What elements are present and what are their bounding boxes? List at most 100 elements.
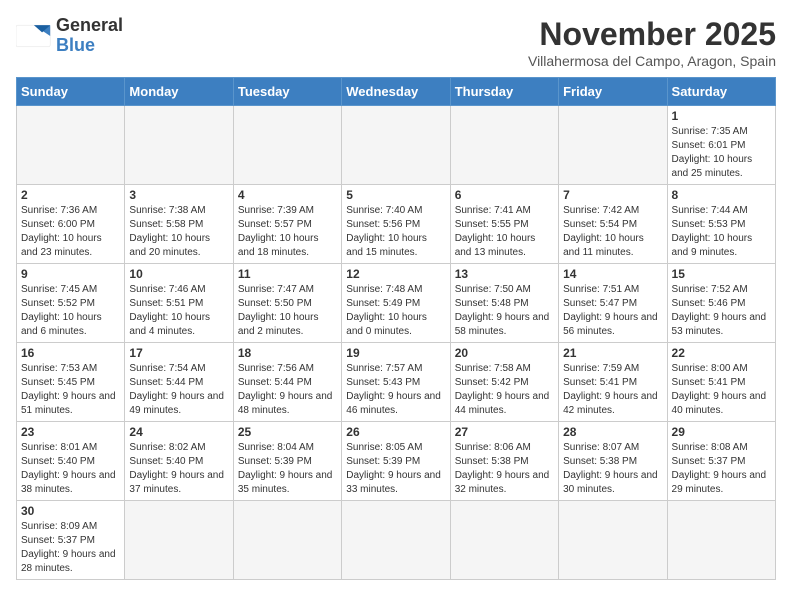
calendar-week-row: 1Sunrise: 7:35 AM Sunset: 6:01 PM Daylig…	[17, 106, 776, 185]
title-block: November 2025 Villahermosa del Campo, Ar…	[528, 16, 776, 69]
day-of-week-header: Monday	[125, 78, 233, 106]
day-of-week-header: Friday	[559, 78, 667, 106]
day-number: 2	[21, 188, 120, 202]
day-number: 15	[672, 267, 771, 281]
day-number: 14	[563, 267, 662, 281]
calendar-day-cell: 26Sunrise: 8:05 AM Sunset: 5:39 PM Dayli…	[342, 422, 450, 501]
calendar-day-cell: 12 Sunrise: 7:48 AM Sunset: 5:49 PM Dayli…	[342, 264, 450, 343]
calendar-day-cell: 22 Sunrise: 8:00 AM Sunset: 5:41 PM Dayli…	[667, 343, 775, 422]
calendar-day-cell: 18Sunrise: 7:56 AM Sunset: 5:44 PM Dayli…	[233, 343, 341, 422]
calendar-day-cell: 3 Sunrise: 7:38 AM Sunset: 5:58 PM Daylig…	[125, 185, 233, 264]
day-number: 3	[129, 188, 228, 202]
generalblue-logo-icon	[16, 18, 52, 54]
day-info: Sunrise: 8:07 AM Sunset: 5:38 PM Dayligh…	[563, 441, 662, 497]
calendar-day-cell	[125, 106, 233, 185]
calendar-day-cell: 9Sunrise: 7:45 AM Sunset: 5:52 PM Daylig…	[17, 264, 125, 343]
calendar-day-cell: 6 Sunrise: 7:41 AM Sunset: 5:55 PM Daylig…	[450, 185, 558, 264]
day-info: Sunrise: 7:58 AM Sunset: 5:42 PM Dayligh…	[455, 362, 554, 418]
calendar-day-cell	[667, 501, 775, 580]
calendar-day-cell: 25 Sunrise: 8:04 AM Sunset: 5:39 PM Dayli…	[233, 422, 341, 501]
day-number: 6	[455, 188, 554, 202]
day-info: Sunrise: 7:36 AM Sunset: 6:00 PM Dayligh…	[21, 204, 120, 260]
calendar-week-row: 23 Sunrise: 8:01 AM Sunset: 5:40 PM Dayli…	[17, 422, 776, 501]
day-of-week-header: Tuesday	[233, 78, 341, 106]
location-text: Villahermosa del Campo, Aragon, Spain	[528, 53, 776, 69]
day-number: 5	[346, 188, 445, 202]
day-number: 25	[238, 425, 337, 439]
calendar-day-cell: 2 Sunrise: 7:36 AM Sunset: 6:00 PM Daylig…	[17, 185, 125, 264]
page-header: General Blue November 2025 Villahermosa …	[16, 16, 776, 69]
day-info: Sunrise: 7:42 AM Sunset: 5:54 PM Dayligh…	[563, 204, 662, 260]
calendar-day-cell: 1Sunrise: 7:35 AM Sunset: 6:01 PM Daylig…	[667, 106, 775, 185]
calendar-day-cell: 13 Sunrise: 7:50 AM Sunset: 5:48 PM Dayli…	[450, 264, 558, 343]
logo: General Blue	[16, 16, 123, 56]
day-info: Sunrise: 7:47 AM Sunset: 5:50 PM Dayligh…	[238, 283, 337, 339]
day-number: 11	[238, 267, 337, 281]
day-info: Sunrise: 7:51 AM Sunset: 5:47 PM Dayligh…	[563, 283, 662, 339]
calendar-header-row: SundayMondayTuesdayWednesdayThursdayFrid…	[17, 78, 776, 106]
day-info: Sunrise: 8:01 AM Sunset: 5:40 PM Dayligh…	[21, 441, 120, 497]
logo-text: General Blue	[56, 16, 123, 56]
day-info: Sunrise: 8:09 AM Sunset: 5:37 PM Dayligh…	[21, 520, 120, 576]
calendar-day-cell	[559, 106, 667, 185]
calendar-day-cell: 4Sunrise: 7:39 AM Sunset: 5:57 PM Daylig…	[233, 185, 341, 264]
day-info: Sunrise: 7:38 AM Sunset: 5:58 PM Dayligh…	[129, 204, 228, 260]
day-info: Sunrise: 8:04 AM Sunset: 5:39 PM Dayligh…	[238, 441, 337, 497]
calendar-table: SundayMondayTuesdayWednesdayThursdayFrid…	[16, 77, 776, 580]
calendar-day-cell: 16Sunrise: 7:53 AM Sunset: 5:45 PM Dayli…	[17, 343, 125, 422]
day-info: Sunrise: 8:02 AM Sunset: 5:40 PM Dayligh…	[129, 441, 228, 497]
day-of-week-header: Thursday	[450, 78, 558, 106]
day-info: Sunrise: 7:48 AM Sunset: 5:49 PM Dayligh…	[346, 283, 445, 339]
calendar-day-cell	[559, 501, 667, 580]
calendar-day-cell: 14 Sunrise: 7:51 AM Sunset: 5:47 PM Dayli…	[559, 264, 667, 343]
calendar-day-cell: 15Sunrise: 7:52 AM Sunset: 5:46 PM Dayli…	[667, 264, 775, 343]
day-of-week-header: Wednesday	[342, 78, 450, 106]
day-info: Sunrise: 7:40 AM Sunset: 5:56 PM Dayligh…	[346, 204, 445, 260]
day-number: 24	[129, 425, 228, 439]
calendar-day-cell	[233, 501, 341, 580]
day-number: 13	[455, 267, 554, 281]
day-info: Sunrise: 7:39 AM Sunset: 5:57 PM Dayligh…	[238, 204, 337, 260]
calendar-day-cell: 21Sunrise: 7:59 AM Sunset: 5:41 PM Dayli…	[559, 343, 667, 422]
calendar-week-row: 30 Sunrise: 8:09 AM Sunset: 5:37 PM Dayli…	[17, 501, 776, 580]
day-number: 12	[346, 267, 445, 281]
day-info: Sunrise: 7:56 AM Sunset: 5:44 PM Dayligh…	[238, 362, 337, 418]
day-number: 1	[672, 109, 771, 123]
calendar-day-cell	[125, 501, 233, 580]
calendar-day-cell: 29Sunrise: 8:08 AM Sunset: 5:37 PM Dayli…	[667, 422, 775, 501]
day-info: Sunrise: 7:54 AM Sunset: 5:44 PM Dayligh…	[129, 362, 228, 418]
calendar-day-cell: 30 Sunrise: 8:09 AM Sunset: 5:37 PM Dayli…	[17, 501, 125, 580]
calendar-day-cell	[450, 106, 558, 185]
calendar-day-cell: 27Sunrise: 8:06 AM Sunset: 5:38 PM Dayli…	[450, 422, 558, 501]
day-info: Sunrise: 7:50 AM Sunset: 5:48 PM Dayligh…	[455, 283, 554, 339]
day-number: 19	[346, 346, 445, 360]
day-info: Sunrise: 7:46 AM Sunset: 5:51 PM Dayligh…	[129, 283, 228, 339]
calendar-week-row: 16Sunrise: 7:53 AM Sunset: 5:45 PM Dayli…	[17, 343, 776, 422]
day-info: Sunrise: 7:57 AM Sunset: 5:43 PM Dayligh…	[346, 362, 445, 418]
day-number: 30	[21, 504, 120, 518]
calendar-day-cell: 11 Sunrise: 7:47 AM Sunset: 5:50 PM Dayli…	[233, 264, 341, 343]
day-number: 21	[563, 346, 662, 360]
day-info: Sunrise: 8:08 AM Sunset: 5:37 PM Dayligh…	[672, 441, 771, 497]
day-info: Sunrise: 7:53 AM Sunset: 5:45 PM Dayligh…	[21, 362, 120, 418]
month-title: November 2025	[528, 16, 776, 53]
day-number: 20	[455, 346, 554, 360]
day-of-week-header: Saturday	[667, 78, 775, 106]
day-info: Sunrise: 7:44 AM Sunset: 5:53 PM Dayligh…	[672, 204, 771, 260]
day-number: 23	[21, 425, 120, 439]
calendar-day-cell: 28Sunrise: 8:07 AM Sunset: 5:38 PM Dayli…	[559, 422, 667, 501]
day-number: 8	[672, 188, 771, 202]
day-info: Sunrise: 7:41 AM Sunset: 5:55 PM Dayligh…	[455, 204, 554, 260]
calendar-day-cell: 17 Sunrise: 7:54 AM Sunset: 5:44 PM Dayli…	[125, 343, 233, 422]
calendar-day-cell	[342, 501, 450, 580]
calendar-day-cell: 19 Sunrise: 7:57 AM Sunset: 5:43 PM Dayli…	[342, 343, 450, 422]
calendar-day-cell: 10Sunrise: 7:46 AM Sunset: 5:51 PM Dayli…	[125, 264, 233, 343]
calendar-day-cell: 24 Sunrise: 8:02 AM Sunset: 5:40 PM Dayli…	[125, 422, 233, 501]
day-number: 27	[455, 425, 554, 439]
day-number: 22	[672, 346, 771, 360]
calendar-day-cell: 5 Sunrise: 7:40 AM Sunset: 5:56 PM Daylig…	[342, 185, 450, 264]
day-number: 17	[129, 346, 228, 360]
day-info: Sunrise: 8:05 AM Sunset: 5:39 PM Dayligh…	[346, 441, 445, 497]
day-info: Sunrise: 8:00 AM Sunset: 5:41 PM Dayligh…	[672, 362, 771, 418]
calendar-day-cell	[233, 106, 341, 185]
